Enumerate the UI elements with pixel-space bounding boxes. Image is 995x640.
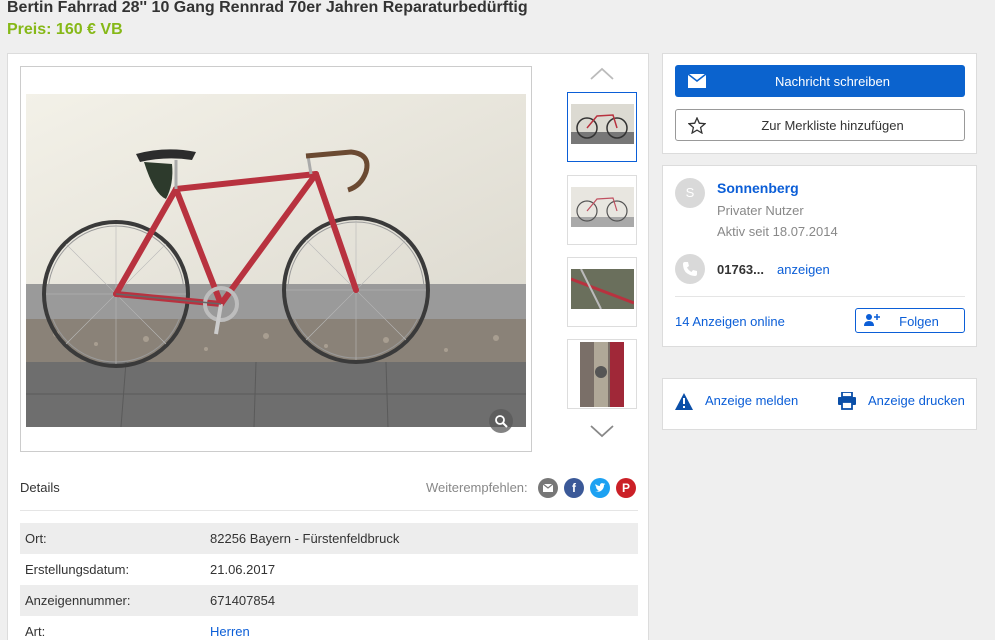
ads-online-link[interactable]: 14 Anzeigen online bbox=[675, 314, 785, 329]
attribute-key: Ort: bbox=[25, 531, 47, 546]
email-icon[interactable] bbox=[538, 478, 558, 498]
seller-card: S Sonnenberg Privater Nutzer Aktiv seit … bbox=[662, 165, 977, 347]
send-message-label: Nachricht schreiben bbox=[775, 74, 890, 89]
pinterest-icon[interactable]: P bbox=[616, 478, 636, 498]
add-to-watchlist-button[interactable]: Zur Merkliste hinzufügen bbox=[675, 109, 965, 141]
details-divider bbox=[20, 510, 638, 511]
seller-type: Privater Nutzer bbox=[717, 203, 804, 218]
attribute-value: 82256 Bayern - Fürstenfeldbruck bbox=[210, 531, 400, 546]
follow-button[interactable]: Folgen bbox=[855, 308, 965, 333]
share-label: Weiterempfehlen: bbox=[426, 480, 528, 495]
attribute-row: Anzeigennummer: 671407854 bbox=[20, 585, 638, 616]
main-image[interactable] bbox=[26, 94, 526, 427]
warning-icon bbox=[675, 393, 693, 410]
attribute-value: 671407854 bbox=[210, 593, 276, 608]
main-image-frame[interactable] bbox=[20, 66, 532, 452]
twitter-icon[interactable] bbox=[590, 478, 610, 498]
seller-name-link[interactable]: Sonnenberg bbox=[717, 180, 799, 196]
facebook-icon[interactable]: f bbox=[564, 478, 584, 498]
attribute-key: Erstellungsdatum: bbox=[25, 562, 130, 577]
avatar: S bbox=[675, 178, 705, 208]
follow-label: Folgen bbox=[899, 314, 939, 329]
chevron-up-icon[interactable] bbox=[589, 66, 615, 82]
phone-number: 01763... bbox=[717, 262, 764, 277]
send-message-button[interactable]: Nachricht schreiben bbox=[675, 65, 965, 97]
add-to-watchlist-label: Zur Merkliste hinzufügen bbox=[761, 118, 904, 133]
thumbnail-1[interactable] bbox=[567, 92, 637, 162]
seller-active-since: Aktiv seit 18.07.2014 bbox=[717, 224, 838, 239]
listing-main-card: Details Weiterempfehlen: f P Ort: 82256 … bbox=[7, 53, 649, 640]
actions-card: Anzeige melden Anzeige drucken bbox=[662, 378, 977, 430]
thumbnail-4[interactable] bbox=[567, 339, 637, 409]
attribute-key: Art: bbox=[25, 624, 46, 639]
chevron-down-icon[interactable] bbox=[589, 423, 615, 439]
attribute-row: Art: Herren bbox=[20, 616, 638, 640]
attribute-key: Anzeigennummer: bbox=[25, 593, 131, 608]
contact-card: Nachricht schreiben Zur Merkliste hinzuf… bbox=[662, 53, 977, 154]
attribute-row: Ort: 82256 Bayern - Fürstenfeldbruck bbox=[20, 523, 638, 554]
thumbnail-2[interactable] bbox=[567, 175, 637, 245]
attribute-row: Erstellungsdatum: 21.06.2017 bbox=[20, 554, 638, 585]
phone-icon bbox=[675, 254, 705, 284]
details-heading: Details bbox=[20, 480, 60, 495]
zoom-icon[interactable] bbox=[489, 409, 513, 433]
attribute-value-link[interactable]: Herren bbox=[210, 624, 250, 639]
listing-title: Bertin Fahrrad 28'' 10 Gang Rennrad 70er… bbox=[7, 0, 528, 16]
print-ad-link[interactable]: Anzeige drucken bbox=[868, 393, 965, 408]
attribute-value: 21.06.2017 bbox=[210, 562, 276, 577]
listing-price: Preis: 160 € VB bbox=[7, 21, 123, 38]
seller-divider bbox=[675, 296, 965, 297]
thumbnail-3[interactable] bbox=[567, 257, 637, 327]
show-phone-link[interactable]: anzeigen bbox=[777, 262, 830, 277]
print-icon bbox=[838, 392, 856, 410]
report-ad-link[interactable]: Anzeige melden bbox=[705, 393, 798, 408]
